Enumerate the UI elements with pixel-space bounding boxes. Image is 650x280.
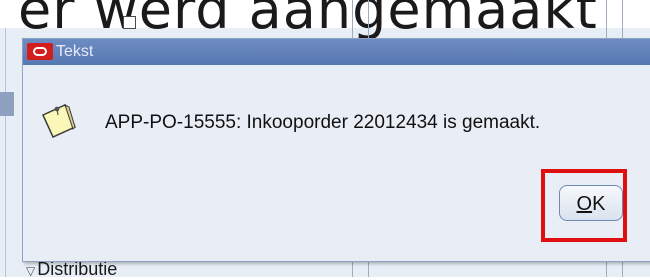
background-caption: er werd aangemaakt <box>18 0 598 41</box>
background-divider <box>368 0 369 40</box>
note-icon <box>42 104 76 138</box>
dialog-message: APP-PO-15555: Inkooporder 22012434 is ge… <box>105 112 541 133</box>
dialog-titlebar[interactable]: Tekst x <box>23 39 650 65</box>
background-divider <box>606 262 607 277</box>
background-divider <box>5 28 6 277</box>
expand-triangle-icon: ▽ <box>26 264 36 278</box>
background-divider <box>622 262 623 277</box>
background-divider <box>352 0 353 40</box>
distributie-label: Distributie <box>37 259 118 279</box>
background-divider <box>352 262 353 277</box>
background-divider <box>622 0 623 40</box>
highlight-annotation <box>541 169 627 242</box>
dialog-title: Tekst <box>56 43 94 60</box>
oracle-icon <box>27 43 53 60</box>
background-divider <box>368 262 369 277</box>
background-record-indicator <box>0 92 14 116</box>
background-divider <box>606 0 607 40</box>
background-checkbox[interactable] <box>123 16 136 29</box>
